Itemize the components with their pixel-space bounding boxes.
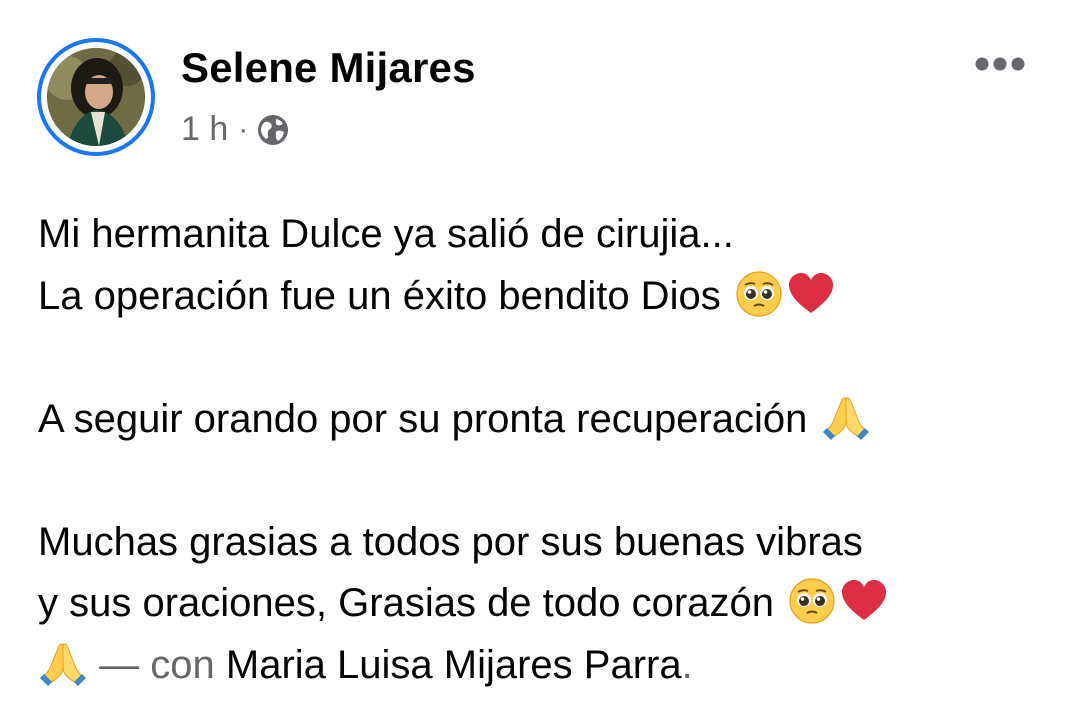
author-name[interactable]: Selene Mijares [181,44,476,92]
more-horizontal-icon [975,57,1025,71]
post-meta: 1 h · [181,110,290,149]
red-heart-icon [839,576,889,626]
timestamp-link[interactable]: 1 h [181,110,228,149]
folded-hands-icon [38,638,88,688]
post-text-line: Muchas grasias a todos por sus buenas vi… [38,519,863,564]
post-text-line: — con Maria Luisa Mijares Parra. [38,635,1048,697]
end-period: . [681,642,693,687]
red-heart-icon [786,269,836,319]
pleading-face-icon [787,576,837,626]
tagged-person-link[interactable]: Maria Luisa Mijares Parra [226,643,682,687]
profile-avatar[interactable] [37,38,155,156]
with-word: con [150,642,215,687]
avatar-photo [47,48,145,146]
post-text-line: Mi hermanita Dulce ya salió de cirujia..… [38,212,734,256]
more-options-button[interactable] [968,44,1032,84]
post-text-line: La operación fue un éxito bendito Dios [38,266,1048,328]
pleading-face-icon [734,269,784,319]
with-dash: — [99,642,140,687]
post-text-line: y sus oraciones, Grasias de todo corazón [38,573,1048,635]
folded-hands-icon [821,392,871,442]
meta-separator: · [238,112,249,146]
post-body: Mi hermanita Dulce ya salió de cirujia..… [38,204,1048,696]
globe-icon[interactable] [256,113,290,147]
post-text-line: A seguir orando por su pronta recuperaci… [38,389,1048,451]
facebook-post: Selene Mijares 1 h · Mi hermanita Dulce … [0,0,1080,718]
